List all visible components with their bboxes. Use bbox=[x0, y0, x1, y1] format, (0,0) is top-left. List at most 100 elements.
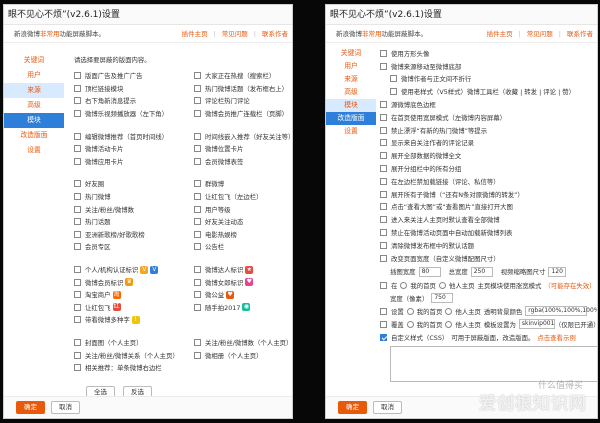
link-contact[interactable]: 联系作者 bbox=[262, 25, 288, 43]
checkbox[interactable] bbox=[380, 101, 387, 109]
checkbox[interactable] bbox=[74, 218, 81, 226]
layout-option[interactable]: 源微博底色边框 bbox=[380, 98, 597, 111]
checkbox[interactable] bbox=[74, 145, 81, 153]
checkbox[interactable] bbox=[380, 126, 387, 134]
sidebar-item-keywords[interactable]: 关键词 bbox=[326, 47, 376, 60]
checkbox[interactable] bbox=[194, 243, 201, 251]
checkbox[interactable] bbox=[74, 132, 81, 140]
sidebar-item-source[interactable]: 来源 bbox=[4, 83, 64, 98]
option-music-chart[interactable]: 亚洲新歌榜/好歌歌榜 bbox=[74, 228, 194, 241]
option-charity[interactable]: 微公益 ♥ bbox=[194, 288, 292, 301]
option-video-player[interactable]: 微博乐视频播放器（左下角） bbox=[74, 107, 194, 120]
checkbox[interactable] bbox=[194, 266, 201, 274]
option-location-card[interactable]: 微博位置卡片 bbox=[194, 142, 292, 155]
option-friends-circle[interactable]: 好友圈 bbox=[74, 178, 194, 191]
option-hot-topics-side[interactable]: 热门话题 bbox=[74, 215, 194, 228]
sidebar-item-advanced[interactable]: 高级 bbox=[4, 98, 64, 113]
checkbox[interactable] bbox=[194, 205, 201, 213]
checkbox[interactable] bbox=[74, 97, 81, 105]
option-redpacket-left[interactable]: 让红包飞（左边栏） bbox=[194, 190, 292, 203]
layout-option[interactable]: 展开分组栏中的所有分组 bbox=[380, 162, 597, 175]
option-snapshot[interactable]: 随手拍2017 ◉ bbox=[194, 301, 292, 314]
checkbox[interactable] bbox=[194, 157, 201, 165]
checkbox[interactable] bbox=[380, 254, 387, 262]
option-hot-search[interactable]: 大家正在热搜（搜索栏） bbox=[194, 70, 292, 83]
layout-option[interactable]: 改变页面宽度（自定义微博配图尺寸） bbox=[380, 252, 597, 265]
checkbox[interactable] bbox=[194, 291, 201, 299]
option-top-links[interactable]: 顶栏链接模块 bbox=[74, 82, 194, 95]
checkbox[interactable] bbox=[380, 190, 387, 198]
sidebar-item-layout[interactable]: 改造版面 bbox=[4, 128, 64, 143]
checkbox[interactable] bbox=[74, 193, 81, 201]
checkbox[interactable] bbox=[74, 180, 81, 188]
checkbox[interactable] bbox=[380, 62, 387, 70]
checkbox[interactable] bbox=[390, 88, 397, 96]
image-width-input[interactable]: 80 bbox=[418, 266, 441, 277]
option-ads[interactable]: 版面广告及推广广告 bbox=[74, 70, 194, 83]
checkbox[interactable] bbox=[380, 49, 387, 57]
layout-option[interactable]: 进入来关注人主页时默认查看全部微博 bbox=[380, 213, 597, 226]
layout-option[interactable]: 使用方形头像 bbox=[380, 47, 597, 60]
option-cover-image[interactable]: 封面图（个人主页） bbox=[74, 336, 194, 349]
checkbox[interactable] bbox=[194, 145, 201, 153]
checkbox[interactable] bbox=[194, 110, 201, 118]
option-profile-counts[interactable]: 关注/粉丝/微博数（个人主页） bbox=[194, 336, 292, 349]
option-member-badge[interactable]: 微博会员标识 ♛ bbox=[74, 276, 194, 289]
checkbox[interactable] bbox=[380, 281, 387, 289]
option-profile-relations[interactable]: 关注/粉丝/微博关系（个人主页） bbox=[74, 349, 194, 362]
radio-my-home[interactable] bbox=[406, 307, 414, 315]
checkbox[interactable] bbox=[194, 97, 201, 105]
checkbox[interactable] bbox=[194, 72, 201, 80]
option-photo-album[interactable]: 微相册（个人主页） bbox=[194, 349, 292, 362]
checkbox[interactable] bbox=[194, 230, 201, 238]
css-example-link[interactable]: 点击查看示例 bbox=[537, 333, 575, 342]
checkbox[interactable] bbox=[74, 157, 81, 165]
checkbox[interactable] bbox=[380, 165, 387, 173]
link-contact[interactable]: 联系作者 bbox=[567, 25, 593, 43]
layout-option[interactable]: 使用老样式（V5样式）微博工具栏（收藏 | 转发 | 评论 | 赞） bbox=[380, 85, 597, 98]
ok-button[interactable]: 确定 bbox=[338, 401, 367, 414]
cancel-button[interactable]: 取消 bbox=[373, 401, 402, 414]
radio-others-home[interactable] bbox=[438, 281, 446, 289]
layout-option[interactable]: 展开所有子微博（“还有N条对原微博的转发”） bbox=[380, 188, 597, 201]
sidebar-item-keywords[interactable]: 关键词 bbox=[4, 53, 64, 68]
layout-option[interactable]: 在左边栏禁加载链接（评论、私信等） bbox=[380, 175, 597, 188]
sidebar-item-settings[interactable]: 设置 bbox=[4, 143, 64, 158]
option-expert-badge[interactable]: 微博达人标识 ★ bbox=[194, 263, 292, 276]
option-friend-activity[interactable]: 好友关注动态 bbox=[194, 215, 292, 228]
checkbox[interactable] bbox=[194, 180, 201, 188]
option-taobao-merchant[interactable]: 淘宝商户淘 bbox=[74, 288, 194, 301]
checkbox[interactable] bbox=[380, 320, 387, 328]
option-notice[interactable]: 公告栏 bbox=[194, 241, 292, 254]
option-verified-badge[interactable]: 个人/机构认证标识 V V bbox=[74, 263, 194, 276]
checkbox[interactable] bbox=[380, 307, 387, 315]
cancel-button[interactable]: 取消 bbox=[51, 401, 80, 414]
radio-my-home[interactable] bbox=[406, 320, 414, 328]
checkbox[interactable] bbox=[380, 177, 387, 185]
checkbox[interactable] bbox=[380, 113, 387, 121]
checkbox[interactable] bbox=[194, 303, 201, 311]
ok-button[interactable]: 确定 bbox=[16, 401, 45, 414]
checkbox[interactable] bbox=[74, 291, 81, 299]
sidebar-item-advanced[interactable]: 高级 bbox=[326, 86, 376, 99]
sidebar-item-modules[interactable]: 模块 bbox=[326, 99, 376, 112]
layout-option[interactable]: 点击“查看大图”或“查看图片”直接打开大图 bbox=[380, 201, 597, 214]
custom-css-textarea[interactable] bbox=[390, 345, 597, 382]
sidebar-item-users[interactable]: 用户 bbox=[326, 60, 376, 73]
checkbox[interactable] bbox=[194, 84, 201, 92]
checkbox[interactable] bbox=[74, 243, 81, 251]
checkbox[interactable] bbox=[194, 351, 201, 359]
option-girl-badge[interactable]: 微博女郎标识 ♥ bbox=[194, 276, 292, 289]
option-user-level[interactable]: 用户等级 bbox=[194, 203, 292, 216]
layout-option[interactable]: 清除微博发布框中的默认话题 bbox=[380, 239, 597, 252]
option-follow-counts[interactable]: 关注/粉丝/微博数 bbox=[74, 203, 194, 216]
checkbox[interactable] bbox=[194, 218, 201, 226]
checkbox[interactable] bbox=[74, 316, 81, 324]
checkbox[interactable] bbox=[74, 84, 81, 92]
checkbox[interactable] bbox=[194, 193, 201, 201]
option-new-msg[interactable]: 右下角新消息提示 bbox=[74, 95, 194, 108]
option-hot-comments[interactable]: 评论栏热门评论 bbox=[194, 95, 292, 108]
radio-others-home[interactable] bbox=[445, 307, 453, 315]
option-activity-card[interactable]: 微博活动卡片 bbox=[74, 142, 194, 155]
sidebar-item-settings[interactable]: 设置 bbox=[326, 125, 376, 138]
